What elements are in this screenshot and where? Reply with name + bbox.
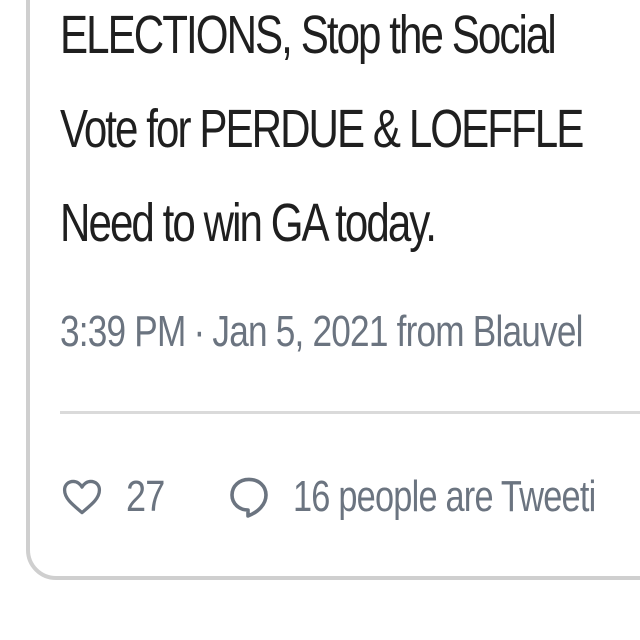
tweet-source: from Blauvel xyxy=(396,307,584,356)
conversation-link[interactable]: 16 people are Tweeti xyxy=(225,462,640,532)
like-count: 27 xyxy=(126,472,165,521)
tweet-line-1: ELECTIONS, Stop the Social xyxy=(60,5,557,65)
tweet-metadata: 3:39 PM · Jan 5, 2021 from Blauvel xyxy=(60,306,583,358)
speech-bubble-icon[interactable] xyxy=(225,471,273,523)
heart-icon[interactable] xyxy=(60,473,104,521)
tweet-line-2: Vote for PERDUE & LOEFFLE xyxy=(60,99,584,159)
tweet-date[interactable]: Jan 5, 2021 xyxy=(212,307,388,356)
divider xyxy=(60,411,640,414)
like-button[interactable]: 27 xyxy=(60,462,173,532)
conversation-text[interactable]: 16 people are Tweeti xyxy=(293,472,596,522)
tweet-body: ELECTIONS, Stop the Social Vote for PERD… xyxy=(60,0,606,270)
tweet-actions: 27 16 people are Tweeti xyxy=(60,462,640,532)
tweet-time[interactable]: 3:39 PM xyxy=(60,307,186,356)
tweet-screenshot: ELECTIONS, Stop the Social Vote for PERD… xyxy=(0,0,640,640)
meta-separator: · xyxy=(193,307,206,356)
tweet-line-3: Need to win GA today. xyxy=(60,193,437,253)
